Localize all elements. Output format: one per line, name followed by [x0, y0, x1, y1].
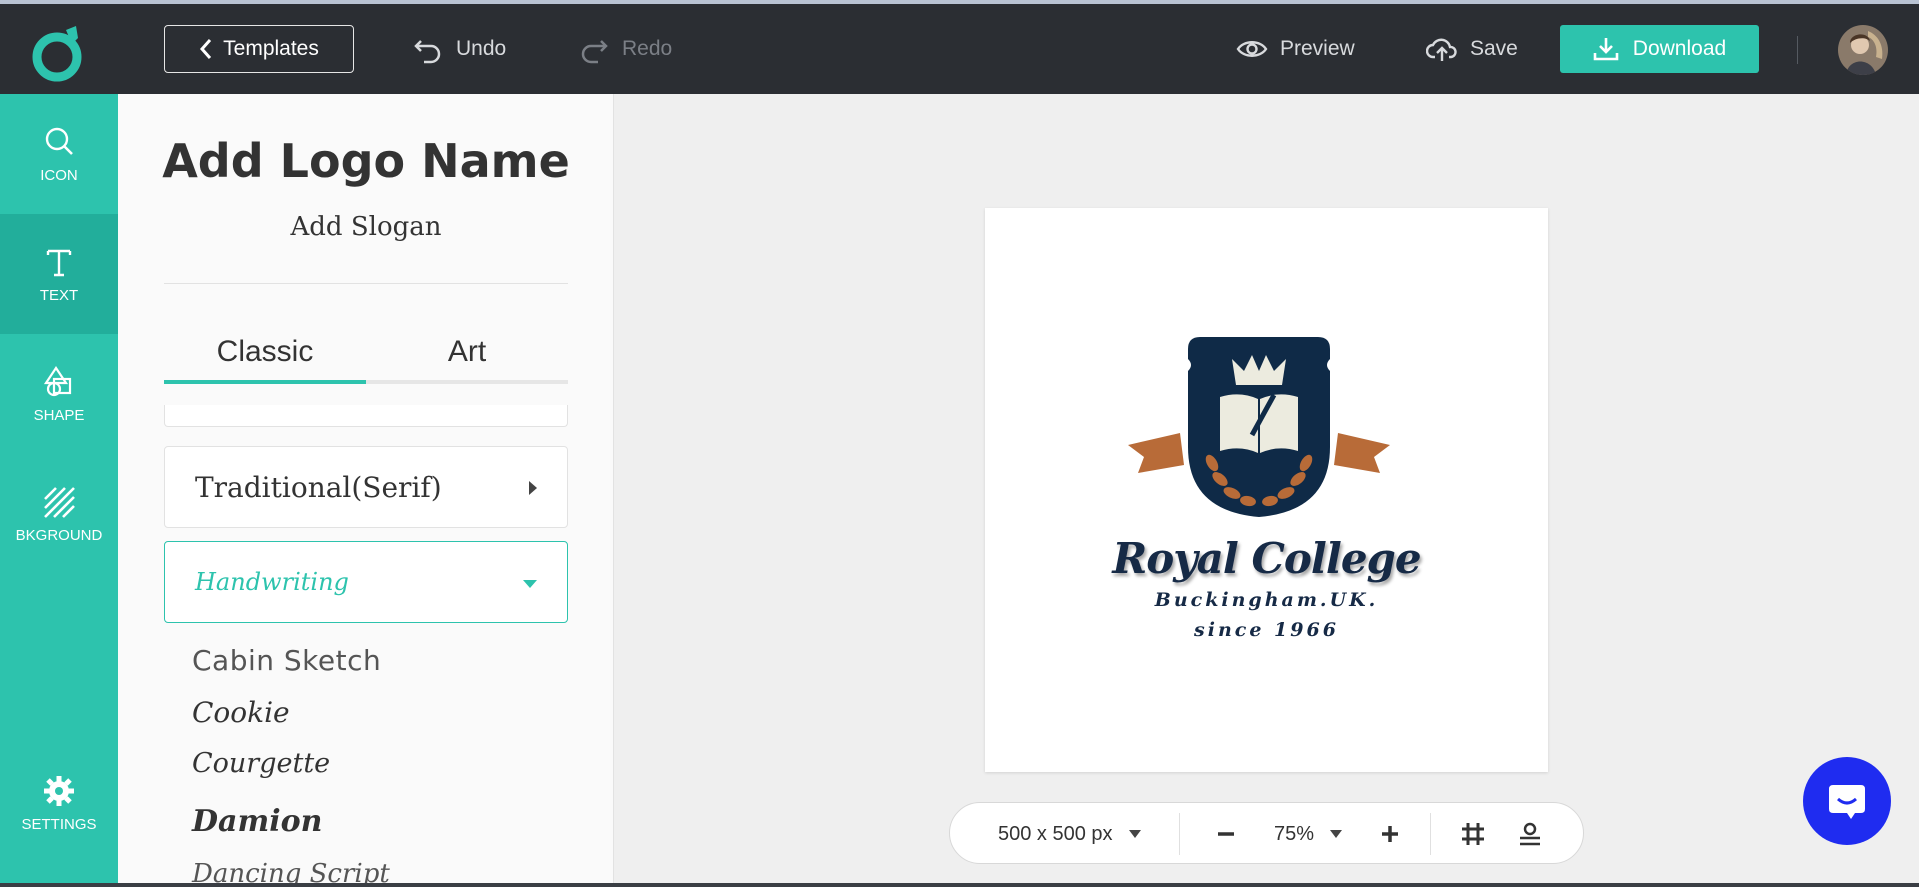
user-avatar[interactable]: [1838, 25, 1888, 75]
shape-icon: [43, 365, 72, 396]
chat-bubble-icon: [1829, 785, 1865, 819]
zoom-in-button[interactable]: [1380, 803, 1400, 865]
canvas-size-label: 500 x 500 px: [998, 822, 1113, 845]
undo-label: Undo: [456, 37, 507, 60]
category-traditional-serif[interactable]: Traditional(Serif): [164, 446, 568, 528]
search-icon: [45, 127, 73, 155]
category-label: Traditional(Serif): [195, 470, 442, 504]
canvas-controls-bar: 500 x 500 px 75%: [949, 802, 1584, 864]
chevron-down-icon: [1330, 830, 1343, 838]
eye-icon: [1236, 41, 1268, 57]
bottom-edge-strip: [0, 883, 1919, 887]
tab-classic[interactable]: Classic: [164, 324, 366, 384]
toolbar-divider: [1797, 36, 1798, 64]
preview-label: Preview: [1280, 37, 1355, 60]
preview-button[interactable]: Preview: [1236, 33, 1355, 65]
sidebar-item-text[interactable]: TEXT: [0, 214, 118, 334]
redo-icon: [581, 40, 608, 64]
left-sidebar: ICON TEXT SHAPE BKGROUND SETTINGS: [0, 94, 118, 887]
sidebar-item-label: SHAPE: [33, 406, 85, 424]
logo-artboard[interactable]: Royal College Buckingham.UK. since 1966: [985, 208, 1548, 772]
canvas-size-select[interactable]: 500 x 500 px: [998, 803, 1141, 865]
save-button[interactable]: Save: [1426, 33, 1518, 65]
chevron-left-icon: [200, 39, 212, 59]
minus-icon: [1218, 832, 1234, 836]
panel-divider: [164, 283, 568, 284]
category-handwriting[interactable]: Handwriting: [164, 541, 568, 623]
tab-art[interactable]: Art: [366, 324, 568, 380]
sidebar-item-background[interactable]: BKGROUND: [0, 454, 118, 574]
controls-divider: [1179, 813, 1180, 855]
plus-icon: [1382, 826, 1398, 842]
logo-name-field[interactable]: Add Logo Name: [118, 134, 613, 188]
gear-icon: [44, 775, 74, 806]
font-item-damion[interactable]: Damion: [192, 804, 322, 839]
top-toolbar: Templates Undo Redo Preview Save Downloa…: [0, 0, 1919, 94]
font-item-courgette[interactable]: Courgette: [192, 748, 330, 779]
redo-label: Redo: [622, 37, 673, 60]
logo-text-group[interactable]: Royal College Buckingham.UK. since 1966: [985, 534, 1548, 641]
slogan-field[interactable]: Add Slogan: [118, 212, 613, 242]
sidebar-item-shape[interactable]: SHAPE: [0, 334, 118, 454]
controls-divider: [1430, 813, 1431, 855]
sidebar-item-icon[interactable]: ICON: [0, 94, 118, 214]
undo-button[interactable]: Undo: [412, 33, 506, 65]
zoom-select[interactable]: 75%: [1274, 803, 1343, 865]
cloud-upload-icon: [1426, 38, 1457, 61]
caret-down-icon: [523, 580, 537, 588]
grid-icon: [1462, 823, 1484, 845]
background-icon: [44, 486, 75, 518]
undo-icon: [414, 40, 441, 64]
sidebar-item-label: BKGROUND: [15, 526, 103, 544]
logo-subtitle[interactable]: Buckingham.UK.: [985, 589, 1548, 611]
zoom-out-button[interactable]: [1216, 803, 1236, 865]
canvas-stage: Royal College Buckingham.UK. since 1966 …: [615, 94, 1919, 887]
font-tabs: Classic Art: [164, 324, 568, 384]
logo-title[interactable]: Royal College: [985, 534, 1548, 583]
caret-right-icon: [529, 481, 537, 495]
logo-since[interactable]: since 1966: [985, 619, 1548, 641]
zoom-label: 75%: [1274, 822, 1315, 845]
crest-emblem[interactable]: [1128, 335, 1390, 517]
category-card-partial: [164, 405, 568, 427]
templates-button-label: Templates: [223, 37, 319, 60]
text-icon: [46, 249, 72, 276]
chat-support-button[interactable]: [1803, 757, 1891, 845]
save-label: Save: [1470, 37, 1518, 60]
font-item-cookie[interactable]: Cookie: [192, 696, 290, 729]
chevron-down-icon: [1128, 830, 1141, 838]
stamp-icon: [1520, 822, 1540, 846]
download-label: Download: [1632, 37, 1727, 60]
app-logo-icon[interactable]: [30, 24, 88, 82]
font-item-cabin-sketch[interactable]: Cabin Sketch: [192, 644, 381, 677]
download-button[interactable]: Download: [1560, 25, 1759, 73]
category-label: Handwriting: [195, 568, 349, 596]
download-icon: [1593, 38, 1619, 61]
sidebar-item-label: SETTINGS: [21, 815, 97, 833]
sidebar-item-label: ICON: [40, 166, 78, 184]
redo-button[interactable]: Redo: [578, 33, 672, 65]
text-panel: Add Logo Name Add Slogan Classic Art Tra…: [118, 94, 614, 887]
grid-toggle-button[interactable]: [1460, 803, 1486, 865]
stamp-button[interactable]: [1517, 803, 1543, 865]
sidebar-item-label: TEXT: [39, 286, 79, 304]
templates-button[interactable]: Templates: [164, 25, 354, 73]
sidebar-item-settings[interactable]: SETTINGS: [0, 743, 118, 863]
